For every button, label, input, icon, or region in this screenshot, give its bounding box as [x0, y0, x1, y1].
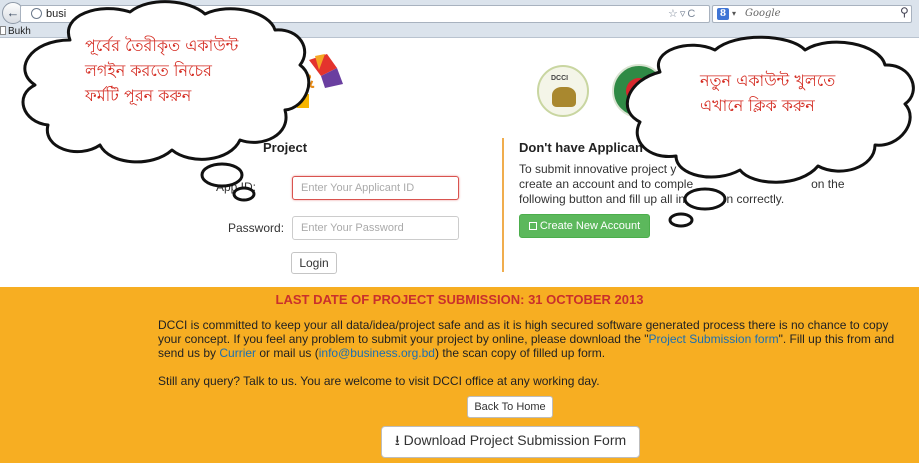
bookmark-item[interactable]: Bukh: [0, 26, 31, 38]
email-link[interactable]: info@business.org.bd: [319, 346, 435, 360]
notice-paragraph: DCCI is committed to keep your all data/…: [158, 318, 895, 360]
project-logo: P&: [285, 54, 343, 108]
flag-circle: [626, 78, 652, 104]
download-icon: ⭳: [394, 432, 404, 448]
search-icon[interactable]: ⚲: [900, 5, 909, 19]
right-annotation-text: নতুন একাউন্ট খুলতে এখানে ক্লিক করুন: [700, 68, 835, 118]
signup-text-line: create an account and to comple on the: [519, 177, 845, 191]
applicant-id-input[interactable]: [292, 176, 459, 200]
refresh-icon[interactable]: C: [687, 8, 697, 20]
dcci-emblem: [552, 87, 576, 107]
left-annotation-text: পূর্বের তৈরীকৃত একাউন্ট লগইন করতে নিচের …: [85, 33, 238, 108]
chevron-down-icon[interactable]: ▾: [732, 6, 736, 22]
page-icon: [0, 26, 6, 35]
bookmark-label: Bukh: [8, 26, 31, 37]
deadline-notice: LAST DATE OF PROJECT SUBMISSION: 31 OCTO…: [275, 292, 644, 307]
download-form-button[interactable]: ⭳ Download Project Submission Form: [381, 426, 640, 458]
query-text: Still any query? Talk to us. You are wel…: [158, 374, 600, 388]
column-divider: [502, 138, 504, 272]
annotation-line: পূর্বের তৈরীকৃত একাউন্ট: [85, 36, 239, 55]
login-heading: Project: [263, 140, 308, 155]
globe-icon: [31, 8, 42, 19]
annotation-line: লগইন করতে নিচের: [85, 61, 212, 80]
signup-text-line: following button and fill up all inf n co…: [519, 192, 785, 206]
signup-text: To submit innovative project y create an…: [519, 162, 869, 207]
create-account-button[interactable]: Create New Account: [519, 214, 650, 238]
svg-text:P&: P&: [287, 71, 315, 93]
applicant-id-label: App ID:: [216, 180, 257, 194]
address-bar[interactable]: busi: [20, 5, 710, 23]
edit-icon: [528, 222, 537, 230]
dcci-logo: DCCI: [537, 65, 589, 117]
government-logo: [612, 64, 666, 118]
password-input[interactable]: [292, 216, 459, 240]
project-form-link[interactable]: Project Submission form: [649, 332, 779, 346]
annotation-line: নতুন একাউন্ট খুলতে: [700, 71, 836, 90]
dcci-logo-text: DCCI: [551, 75, 569, 82]
search-box[interactable]: 8 ▾ Google: [712, 5, 912, 23]
search-placeholder: Google: [745, 8, 781, 19]
right-thought-dot-2: [668, 212, 694, 228]
annotation-line: ফর্মটি পূরন করুন: [85, 86, 192, 105]
currier-link[interactable]: Currier: [219, 346, 256, 360]
password-label: Password:: [228, 221, 285, 235]
back-to-home-button[interactable]: Back To Home: [467, 396, 553, 418]
url-text: busi: [46, 8, 67, 20]
star-icon[interactable]: ☆: [668, 8, 680, 20]
signup-heading: Don't have Applican: [519, 140, 643, 155]
login-button[interactable]: Login: [291, 252, 337, 274]
address-bar-icons: ☆▿C: [668, 7, 697, 20]
google-icon: 8: [717, 8, 729, 20]
annotation-line: এখানে ক্লিক করুন: [700, 96, 815, 115]
signup-text-line: To submit innovative project y: [519, 162, 677, 176]
